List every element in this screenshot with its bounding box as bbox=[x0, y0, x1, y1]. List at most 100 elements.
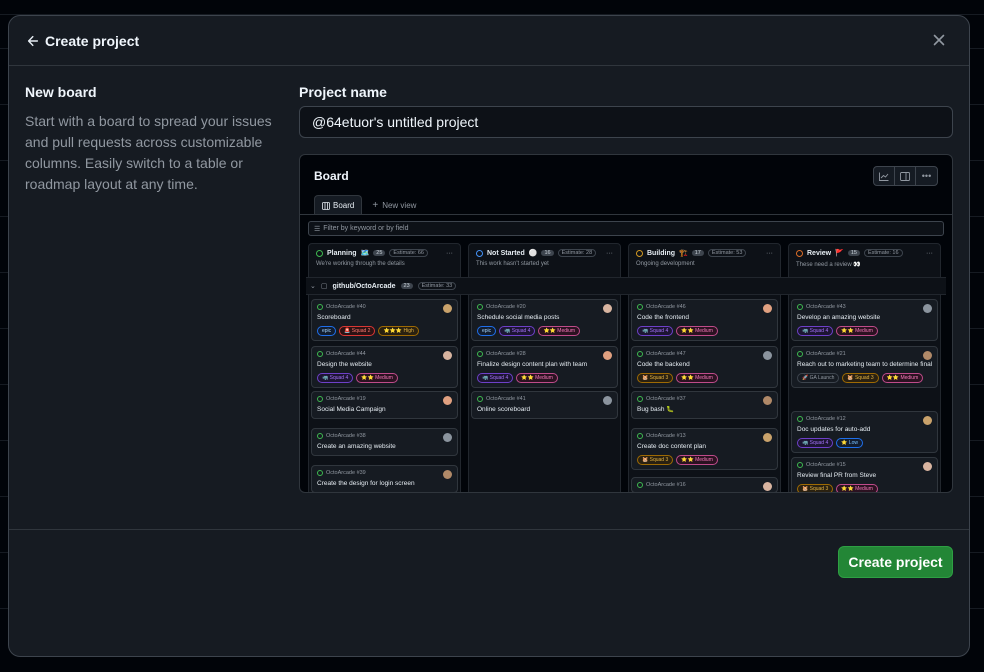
avatar bbox=[443, 351, 452, 360]
card-ref-text: OctoArcade #40 bbox=[326, 304, 366, 310]
issue-card: OctoArcade #44 Design the website 🦏 Squad … bbox=[311, 346, 458, 388]
card-label: ⭐⭐ Medium bbox=[676, 373, 718, 383]
issue-card: OctoArcade #38 Create an amazing website bbox=[311, 428, 458, 456]
card-ref-text: OctoArcade #39 bbox=[326, 470, 366, 476]
avatar bbox=[443, 470, 452, 479]
group-estimate: Estimate: 33 bbox=[417, 282, 457, 290]
card-title: Social Media Campaign bbox=[317, 406, 386, 413]
tab-board: Board bbox=[314, 195, 363, 215]
tab-board-label: Board bbox=[333, 201, 355, 210]
issue-card: OctoArcade #46 Code the frontend 🦏 Squad 4… bbox=[631, 299, 778, 341]
create-project-button[interactable]: Create project bbox=[838, 546, 953, 578]
issue-card: OctoArcade #43 Develop an amazing website… bbox=[791, 299, 938, 341]
card-labels: epic 🦏 Squad 4 ⭐⭐ Medium bbox=[477, 326, 612, 336]
issue-card: OctoArcade #37 Bug bash 🐛 bbox=[631, 391, 778, 419]
card-reference: OctoArcade #44 bbox=[317, 351, 452, 357]
template-title: New board bbox=[25, 84, 97, 100]
issue-card: OctoArcade #15 Review final PR from Steve… bbox=[791, 457, 938, 492]
column-header: Review 🚩 15 Estimate: 16 ··· These need a rev… bbox=[789, 244, 940, 278]
preview-title: Board bbox=[314, 169, 349, 183]
card-label: ⭐⭐ Medium bbox=[516, 373, 558, 383]
card-title: Create the design for login screen bbox=[317, 480, 415, 487]
card-reference: OctoArcade #46 bbox=[637, 304, 772, 310]
avatar bbox=[443, 396, 452, 405]
card-ref-text: OctoArcade #47 bbox=[646, 351, 686, 357]
issue-open-icon bbox=[317, 351, 323, 357]
card-title: Scoreboard bbox=[317, 314, 351, 321]
card-ref-text: OctoArcade #20 bbox=[486, 304, 526, 310]
card-reference: OctoArcade #47 bbox=[637, 351, 772, 357]
card-label: 🦏 Squad 4 bbox=[499, 326, 536, 336]
card-reference: OctoArcade #41 bbox=[477, 396, 612, 402]
kebab-horizontal-icon: ··· bbox=[606, 249, 613, 257]
avatar bbox=[603, 351, 612, 360]
column-header: Not Started ⚪ 16 Estimate: 28 ··· This work h… bbox=[469, 244, 620, 278]
column-count: 25 bbox=[373, 250, 386, 256]
card-ref-text: OctoArcade #46 bbox=[646, 304, 686, 310]
card-ref-text: OctoArcade #19 bbox=[326, 396, 366, 402]
project-name-input[interactable] bbox=[299, 106, 953, 138]
card-title: Code the backend bbox=[637, 361, 690, 368]
column-emoji: ⚪ bbox=[528, 250, 538, 257]
issue-open-icon bbox=[637, 482, 643, 488]
card-label: 🦏 Squad 4 bbox=[797, 438, 834, 448]
issue-open-icon bbox=[797, 462, 803, 468]
avatar bbox=[603, 396, 612, 405]
board-preview: Board ••• Board + New view ☰ Filter by k… bbox=[299, 154, 953, 493]
repo-icon: ▢ bbox=[320, 283, 328, 290]
card-reference: OctoArcade #15 bbox=[797, 462, 932, 468]
issue-open-icon bbox=[797, 416, 803, 422]
column-name: Review bbox=[807, 249, 832, 257]
card-title: Doc updates for auto-add bbox=[797, 426, 871, 433]
avatar bbox=[763, 433, 772, 442]
card-title: Reach out to marketing team to determine… bbox=[797, 361, 932, 368]
table-icon bbox=[322, 201, 330, 210]
avatar bbox=[763, 351, 772, 360]
card-labels: 🚀 GA Launch 🐹 Squad 3 ⭐⭐ Medium bbox=[797, 373, 932, 383]
card-reference: OctoArcade #39 bbox=[317, 470, 452, 476]
column-title-row: Not Started ⚪ 16 Estimate: 28 ··· bbox=[476, 249, 613, 257]
back-button[interactable] bbox=[25, 33, 41, 49]
card-title: Online scoreboard bbox=[477, 406, 531, 413]
avatar bbox=[443, 304, 452, 313]
card-labels: epic 🚨 Squad 2 ⭐⭐⭐ High bbox=[317, 326, 452, 336]
kebab-horizontal-icon: ··· bbox=[446, 249, 453, 257]
template-description: Start with a board to spread your issues… bbox=[25, 113, 272, 192]
card-ref-text: OctoArcade #43 bbox=[806, 304, 846, 310]
card-reference: OctoArcade #19 bbox=[317, 396, 452, 402]
card-label: 🦏 Squad 4 bbox=[477, 373, 514, 383]
card-reference: OctoArcade #12 bbox=[797, 416, 932, 422]
card-title: Create an amazing website bbox=[317, 443, 396, 450]
preview-filter: ☰ Filter by keyword or by field bbox=[308, 221, 944, 236]
preview-toolbar: ••• bbox=[873, 166, 938, 186]
card-ref-text: OctoArcade #12 bbox=[806, 416, 846, 422]
filter-placeholder: Filter by keyword or by field bbox=[323, 225, 409, 232]
card-reference: OctoArcade #43 bbox=[797, 304, 932, 310]
card-label: 🐹 Squad 3 bbox=[637, 455, 674, 465]
kebab-horizontal-icon: ••• bbox=[921, 171, 932, 181]
column-name: Not Started bbox=[487, 249, 525, 257]
card-reference: OctoArcade #40 bbox=[317, 304, 452, 310]
close-button[interactable] bbox=[931, 32, 947, 48]
card-label: 🦏 Squad 4 bbox=[797, 326, 834, 336]
issue-card: OctoArcade #19 Social Media Campaign bbox=[311, 391, 458, 419]
card-label: 🦏 Squad 4 bbox=[317, 373, 354, 383]
issue-open-icon bbox=[637, 351, 643, 357]
card-label: ⭐⭐ Medium bbox=[538, 326, 581, 336]
column-emoji: 🗺️ bbox=[360, 250, 370, 257]
kebab-horizontal-icon: ··· bbox=[766, 249, 773, 257]
issue-open-icon bbox=[637, 396, 643, 402]
card-label: 🚀 GA Launch bbox=[797, 373, 840, 383]
dialog-header: Create project bbox=[9, 16, 969, 66]
avatar bbox=[603, 304, 612, 313]
card-labels: 🦏 Squad 4 ⭐⭐ Medium bbox=[317, 373, 452, 383]
column-emoji: 🚩 bbox=[835, 250, 844, 257]
card-reference: OctoArcade #28 bbox=[477, 351, 612, 357]
card-label: epic bbox=[477, 326, 497, 336]
card-ref-text: OctoArcade #28 bbox=[486, 351, 526, 357]
card-ref-text: OctoArcade #15 bbox=[806, 462, 846, 468]
card-labels: 🦏 Squad 4 ⭐⭐ Medium bbox=[637, 326, 772, 336]
card-ref-text: OctoArcade #37 bbox=[646, 396, 686, 402]
card-labels: 🦏 Squad 4 ⭐⭐ Medium bbox=[797, 326, 932, 336]
arrow-left-icon bbox=[27, 35, 39, 46]
